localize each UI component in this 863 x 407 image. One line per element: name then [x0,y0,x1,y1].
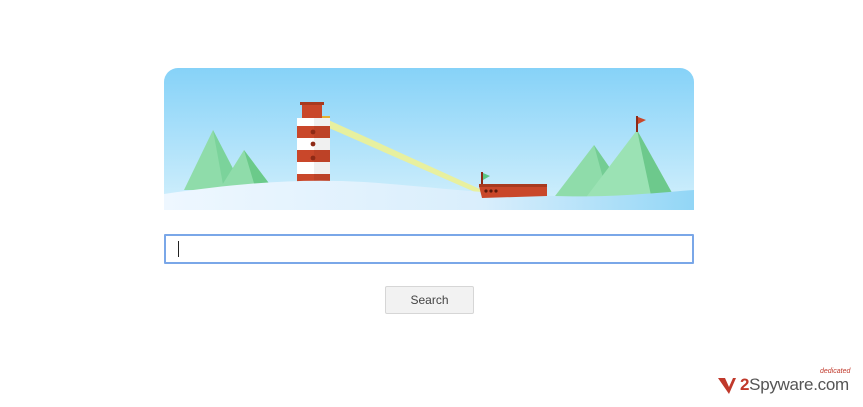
watermark-logo: 2Spyware.com dedicated [716,368,856,396]
watermark-text: 2Spyware.com [740,375,849,395]
spyware-logo-icon [718,378,736,394]
watermark-tag: dedicated [820,368,851,375]
doodle-illustration [164,68,694,210]
page: Search 2Spyware.com dedicated [0,0,863,407]
search-button[interactable]: Search [385,286,474,314]
search-input[interactable] [164,234,694,264]
watermark-name: Spyware [749,375,814,394]
watermark-prefix: 2 [740,375,750,394]
watermark-suffix: .com [813,375,849,394]
doodle-banner [164,68,694,210]
text-caret [178,241,179,257]
